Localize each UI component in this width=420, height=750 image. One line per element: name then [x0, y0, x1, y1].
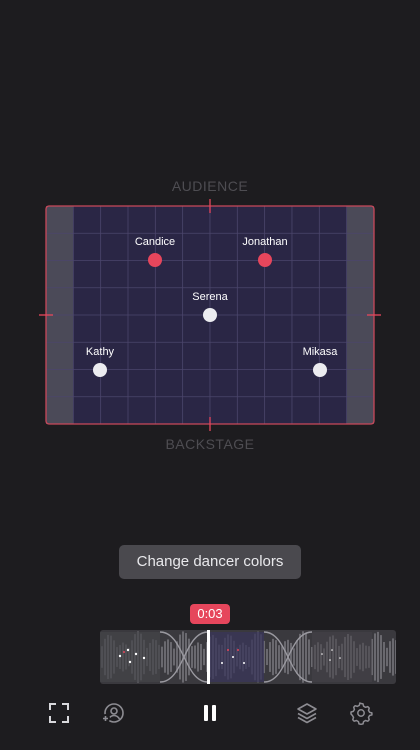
waveform-bar: [293, 648, 295, 666]
waveform-bar: [395, 640, 396, 674]
waveform-bar: [197, 642, 199, 672]
waveform-bar: [392, 638, 394, 676]
waveform-bar: [383, 642, 385, 672]
waveform-bar: [266, 648, 268, 666]
waveform-bar: [380, 635, 382, 679]
dancer-marker[interactable]: [93, 363, 107, 377]
formation-thumb-1[interactable]: [100, 632, 160, 682]
waveform-bar: [185, 633, 187, 681]
dancer-name: Kathy: [85, 346, 115, 358]
add-dancer-button[interactable]: [99, 700, 125, 726]
waveform-bar: [302, 631, 304, 683]
backstage-label: BACKSTAGE: [165, 436, 255, 452]
waveform-bar: [203, 648, 205, 666]
waveform-bar: [173, 648, 175, 666]
waveform-bar: [389, 641, 391, 673]
waveform-bar: [188, 638, 190, 676]
waveform-bar: [290, 642, 292, 672]
waveform-bar: [161, 646, 163, 668]
waveform-bar: [296, 640, 298, 674]
waveform-bar: [272, 638, 274, 676]
waveform-bar: [275, 640, 277, 674]
layers-icon: [297, 703, 317, 724]
waveform-bar: [386, 647, 388, 667]
layers-button[interactable]: [294, 700, 320, 726]
timeline-scrubber[interactable]: [100, 630, 396, 684]
fullscreen-button[interactable]: [46, 700, 72, 726]
waveform-bar: [278, 645, 280, 669]
dancer-marker[interactable]: [258, 253, 272, 267]
waveform-bar: [284, 641, 286, 673]
waveform-bar: [170, 642, 172, 672]
dancer-marker[interactable]: [203, 308, 217, 322]
waveform-bar: [377, 631, 379, 683]
waveform-bar: [167, 639, 169, 675]
waveform-bar: [269, 642, 271, 672]
settings-icon: [350, 702, 373, 725]
dancer-name: Jonathan: [242, 236, 288, 248]
waveform-bar: [281, 646, 283, 668]
waveform-bar: [299, 633, 301, 681]
waveform-bar: [308, 639, 310, 675]
fullscreen-icon: [49, 703, 69, 723]
dancer-name: Candice: [134, 236, 176, 248]
change-dancer-colors-tooltip[interactable]: Change dancer colors: [119, 545, 301, 579]
waveform-bar: [305, 633, 307, 681]
playhead-time-badge: 0:03: [190, 604, 230, 624]
waveform-bar: [191, 646, 193, 668]
dancer-name: Mikasa: [302, 346, 338, 358]
dancer-marker[interactable]: [313, 363, 327, 377]
waveform-bar: [164, 641, 166, 673]
waveform-bar: [200, 643, 202, 671]
waveform-bar: [374, 633, 376, 681]
playhead[interactable]: [207, 630, 210, 684]
pause-button[interactable]: [197, 700, 223, 726]
add-dancer-icon: [101, 703, 124, 723]
dancer-marker[interactable]: [148, 253, 162, 267]
pause-icon: [204, 705, 216, 721]
dancer-name: Serena: [192, 291, 228, 303]
waveform-bar: [179, 634, 181, 680]
formation-thumb-3[interactable]: [312, 632, 372, 682]
settings-button[interactable]: [348, 700, 374, 726]
waveform-bar: [194, 645, 196, 669]
formation-thumb-current[interactable]: [208, 632, 264, 682]
